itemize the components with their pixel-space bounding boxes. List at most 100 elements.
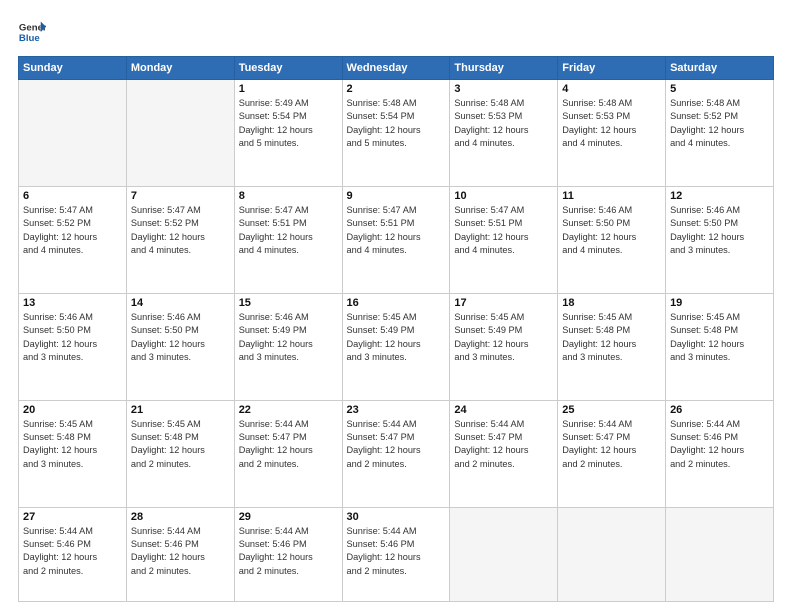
sun-info: Sunrise: 5:44 AMSunset: 5:46 PMDaylight:…	[670, 418, 769, 471]
calendar-cell: 17 Sunrise: 5:45 AMSunset: 5:49 PMDayligh…	[450, 293, 558, 400]
sun-info: Sunrise: 5:47 AMSunset: 5:51 PMDaylight:…	[347, 204, 446, 257]
sun-info: Sunrise: 5:44 AMSunset: 5:46 PMDaylight:…	[131, 525, 230, 578]
calendar-cell: 26Sunrise: 5:44 AMSunset: 5:46 PMDayligh…	[666, 400, 774, 507]
sun-info: Sunrise: 5:48 AMSunset: 5:53 PMDaylight:…	[454, 97, 553, 150]
calendar-header-wednesday: Wednesday	[342, 57, 450, 80]
day-number: 7	[131, 190, 230, 202]
day-number: 16	[347, 297, 446, 309]
calendar-week-row: 6 Sunrise: 5:47 AMSunset: 5:52 PMDaylight…	[19, 186, 774, 293]
sun-info: Sunrise: 5:44 AMSunset: 5:47 PMDaylight:…	[347, 418, 446, 471]
calendar-header-friday: Friday	[558, 57, 666, 80]
day-number: 5	[670, 83, 769, 95]
sun-info: Sunrise: 5:47 AMSunset: 5:52 PMDaylight:…	[131, 204, 230, 257]
calendar-cell: 19Sunrise: 5:45 AMSunset: 5:48 PMDayligh…	[666, 293, 774, 400]
sun-info: Sunrise: 5:44 AMSunset: 5:46 PMDaylight:…	[23, 525, 122, 578]
calendar-cell: 18Sunrise: 5:45 AMSunset: 5:48 PMDayligh…	[558, 293, 666, 400]
day-number: 28	[131, 511, 230, 523]
sun-info: Sunrise: 5:44 AMSunset: 5:46 PMDaylight:…	[239, 525, 338, 578]
sun-info: Sunrise: 5:45 AMSunset: 5:48 PMDaylight:…	[670, 311, 769, 364]
calendar-cell: 25 Sunrise: 5:44 AMSunset: 5:47 PMDayligh…	[558, 400, 666, 507]
sun-info: Sunrise: 5:47 AMSunset: 5:51 PMDaylight:…	[239, 204, 338, 257]
logo: General Blue	[18, 18, 46, 46]
calendar-cell: 4Sunrise: 5:48 AMSunset: 5:53 PMDaylight…	[558, 80, 666, 187]
calendar-cell: 24Sunrise: 5:44 AMSunset: 5:47 PMDayligh…	[450, 400, 558, 507]
day-number: 14	[131, 297, 230, 309]
calendar-cell: 20Sunrise: 5:45 AMSunset: 5:48 PMDayligh…	[19, 400, 127, 507]
svg-text:Blue: Blue	[19, 33, 40, 44]
sun-info: Sunrise: 5:47 AMSunset: 5:51 PMDaylight:…	[454, 204, 553, 257]
calendar-cell: 3 Sunrise: 5:48 AMSunset: 5:53 PMDaylight…	[450, 80, 558, 187]
calendar-cell	[450, 507, 558, 601]
day-number: 3	[454, 83, 553, 95]
calendar-cell: 14 Sunrise: 5:46 AMSunset: 5:50 PMDayligh…	[126, 293, 234, 400]
calendar-table: SundayMondayTuesdayWednesdayThursdayFrid…	[18, 56, 774, 602]
day-number: 21	[131, 404, 230, 416]
day-number: 2	[347, 83, 446, 95]
calendar-header-thursday: Thursday	[450, 57, 558, 80]
sun-info: Sunrise: 5:44 AMSunset: 5:46 PMDaylight:…	[347, 525, 446, 578]
day-number: 15	[239, 297, 338, 309]
sun-info: Sunrise: 5:45 AMSunset: 5:49 PMDaylight:…	[454, 311, 553, 364]
calendar-header-tuesday: Tuesday	[234, 57, 342, 80]
day-number: 22	[239, 404, 338, 416]
sun-info: Sunrise: 5:47 AMSunset: 5:52 PMDaylight:…	[23, 204, 122, 257]
day-number: 18	[562, 297, 661, 309]
sun-info: Sunrise: 5:46 AMSunset: 5:50 PMDaylight:…	[562, 204, 661, 257]
calendar-cell: 28 Sunrise: 5:44 AMSunset: 5:46 PMDayligh…	[126, 507, 234, 601]
day-number: 4	[562, 83, 661, 95]
calendar-cell: 21Sunrise: 5:45 AMSunset: 5:48 PMDayligh…	[126, 400, 234, 507]
calendar-cell	[558, 507, 666, 601]
day-number: 6	[23, 190, 122, 202]
day-number: 23	[347, 404, 446, 416]
sun-info: Sunrise: 5:48 AMSunset: 5:54 PMDaylight:…	[347, 97, 446, 150]
calendar-cell: 22 Sunrise: 5:44 AMSunset: 5:47 PMDayligh…	[234, 400, 342, 507]
calendar-cell: 15 Sunrise: 5:46 AMSunset: 5:49 PMDayligh…	[234, 293, 342, 400]
day-number: 27	[23, 511, 122, 523]
calendar-cell: 11 Sunrise: 5:46 AMSunset: 5:50 PMDayligh…	[558, 186, 666, 293]
calendar-cell	[19, 80, 127, 187]
day-number: 11	[562, 190, 661, 202]
day-number: 10	[454, 190, 553, 202]
day-number: 9	[347, 190, 446, 202]
day-number: 1	[239, 83, 338, 95]
day-number: 24	[454, 404, 553, 416]
calendar-week-row: 1 Sunrise: 5:49 AMSunset: 5:54 PMDaylight…	[19, 80, 774, 187]
day-number: 25	[562, 404, 661, 416]
calendar-cell: 8 Sunrise: 5:47 AMSunset: 5:51 PMDaylight…	[234, 186, 342, 293]
calendar-cell: 1 Sunrise: 5:49 AMSunset: 5:54 PMDaylight…	[234, 80, 342, 187]
calendar-week-row: 27 Sunrise: 5:44 AMSunset: 5:46 PMDayligh…	[19, 507, 774, 601]
day-number: 29	[239, 511, 338, 523]
page: General Blue SundayMondayTuesdayWednesda…	[0, 0, 792, 612]
day-number: 13	[23, 297, 122, 309]
calendar-cell: 12 Sunrise: 5:46 AMSunset: 5:50 PMDayligh…	[666, 186, 774, 293]
sun-info: Sunrise: 5:44 AMSunset: 5:47 PMDaylight:…	[239, 418, 338, 471]
sun-info: Sunrise: 5:46 AMSunset: 5:50 PMDaylight:…	[670, 204, 769, 257]
calendar-header-saturday: Saturday	[666, 57, 774, 80]
sun-info: Sunrise: 5:46 AMSunset: 5:50 PMDaylight:…	[23, 311, 122, 364]
calendar-week-row: 20Sunrise: 5:45 AMSunset: 5:48 PMDayligh…	[19, 400, 774, 507]
calendar-cell: 29 Sunrise: 5:44 AMSunset: 5:46 PMDayligh…	[234, 507, 342, 601]
calendar-cell: 23 Sunrise: 5:44 AMSunset: 5:47 PMDayligh…	[342, 400, 450, 507]
day-number: 30	[347, 511, 446, 523]
calendar-cell: 2 Sunrise: 5:48 AMSunset: 5:54 PMDaylight…	[342, 80, 450, 187]
sun-info: Sunrise: 5:44 AMSunset: 5:47 PMDaylight:…	[562, 418, 661, 471]
sun-info: Sunrise: 5:49 AMSunset: 5:54 PMDaylight:…	[239, 97, 338, 150]
day-number: 8	[239, 190, 338, 202]
sun-info: Sunrise: 5:46 AMSunset: 5:49 PMDaylight:…	[239, 311, 338, 364]
day-number: 12	[670, 190, 769, 202]
day-number: 17	[454, 297, 553, 309]
calendar-cell	[126, 80, 234, 187]
calendar-cell: 16 Sunrise: 5:45 AMSunset: 5:49 PMDayligh…	[342, 293, 450, 400]
calendar-cell: 30 Sunrise: 5:44 AMSunset: 5:46 PMDayligh…	[342, 507, 450, 601]
calendar-cell: 27 Sunrise: 5:44 AMSunset: 5:46 PMDayligh…	[19, 507, 127, 601]
calendar-cell: 13 Sunrise: 5:46 AMSunset: 5:50 PMDayligh…	[19, 293, 127, 400]
calendar-week-row: 13 Sunrise: 5:46 AMSunset: 5:50 PMDayligh…	[19, 293, 774, 400]
calendar-header-monday: Monday	[126, 57, 234, 80]
calendar-cell: 10 Sunrise: 5:47 AMSunset: 5:51 PMDayligh…	[450, 186, 558, 293]
sun-info: Sunrise: 5:45 AMSunset: 5:49 PMDaylight:…	[347, 311, 446, 364]
calendar-cell: 9 Sunrise: 5:47 AMSunset: 5:51 PMDaylight…	[342, 186, 450, 293]
sun-info: Sunrise: 5:46 AMSunset: 5:50 PMDaylight:…	[131, 311, 230, 364]
header: General Blue	[18, 18, 774, 46]
sun-info: Sunrise: 5:48 AMSunset: 5:52 PMDaylight:…	[670, 97, 769, 150]
calendar-header-row: SundayMondayTuesdayWednesdayThursdayFrid…	[19, 57, 774, 80]
